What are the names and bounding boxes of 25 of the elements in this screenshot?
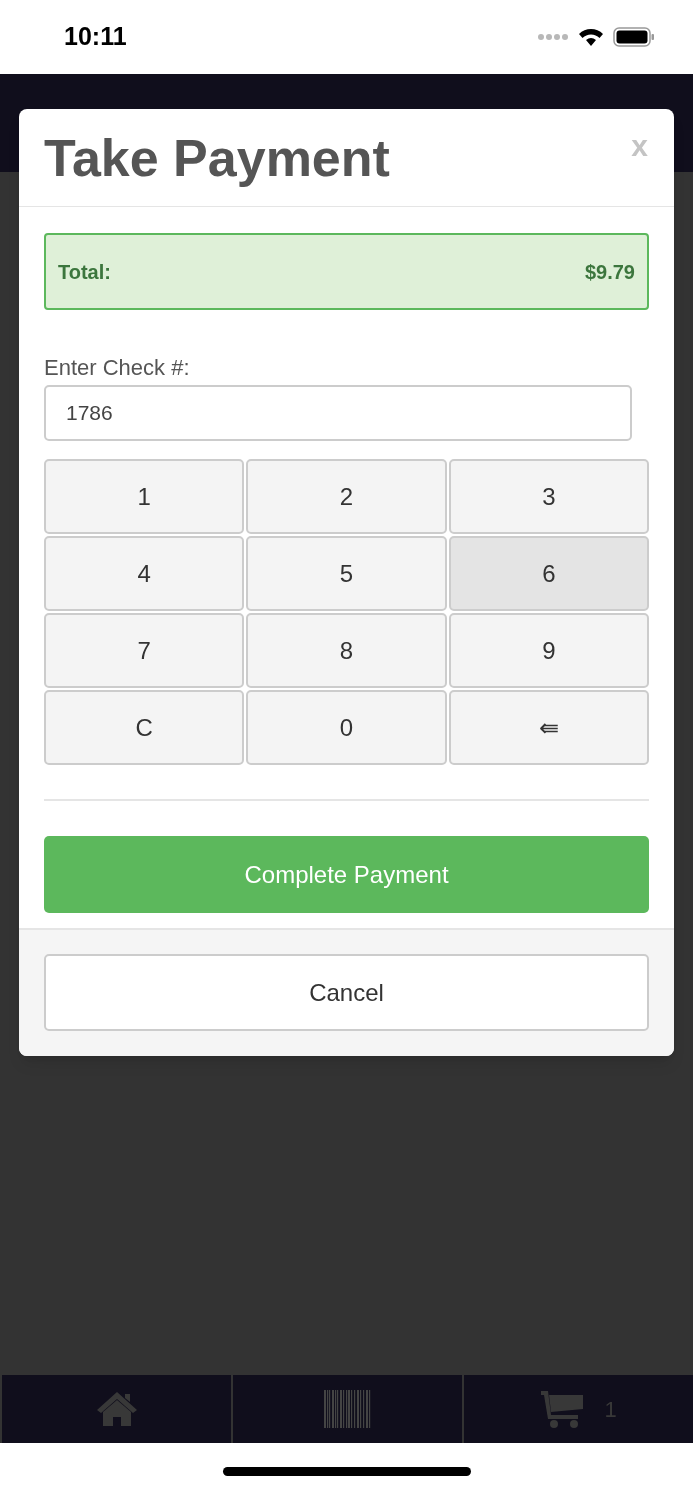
keypad-key[interactable]: 8 (246, 613, 447, 688)
keypad-key[interactable]: 4 (44, 536, 245, 611)
signal-icon (537, 33, 569, 41)
status-time: 10:11 (64, 21, 127, 53)
check-number-field[interactable]: 1786 (44, 385, 632, 441)
keypad-key[interactable]: 7 (44, 613, 245, 688)
total-label: Total: (58, 259, 111, 285)
home-tab[interactable] (0, 1375, 233, 1443)
keypad-key[interactable]: 3 (448, 459, 649, 534)
wifi-icon (577, 27, 605, 47)
cancel-button[interactable]: Cancel (44, 954, 649, 1031)
dialog-title: Take Payment (44, 129, 390, 187)
check-number-label: Enter Check #: (44, 355, 191, 381)
total-amount: $9.79 (584, 259, 635, 285)
keypad-key[interactable]: 1 (44, 459, 245, 534)
keypad-key[interactable]: 5 (246, 536, 447, 611)
keypad-key[interactable]: 2 (246, 459, 447, 534)
keypad-key[interactable]: 9 (448, 613, 649, 688)
keypad-key[interactable]: C (44, 690, 245, 765)
keypad-key[interactable]: ⇚ (448, 690, 649, 765)
keypad-key[interactable]: 6 (448, 536, 649, 611)
keypad-key[interactable]: 0 (246, 690, 447, 765)
battery-icon (613, 27, 655, 47)
cart-icon (540, 1389, 585, 1429)
barcode-icon (323, 1390, 372, 1428)
